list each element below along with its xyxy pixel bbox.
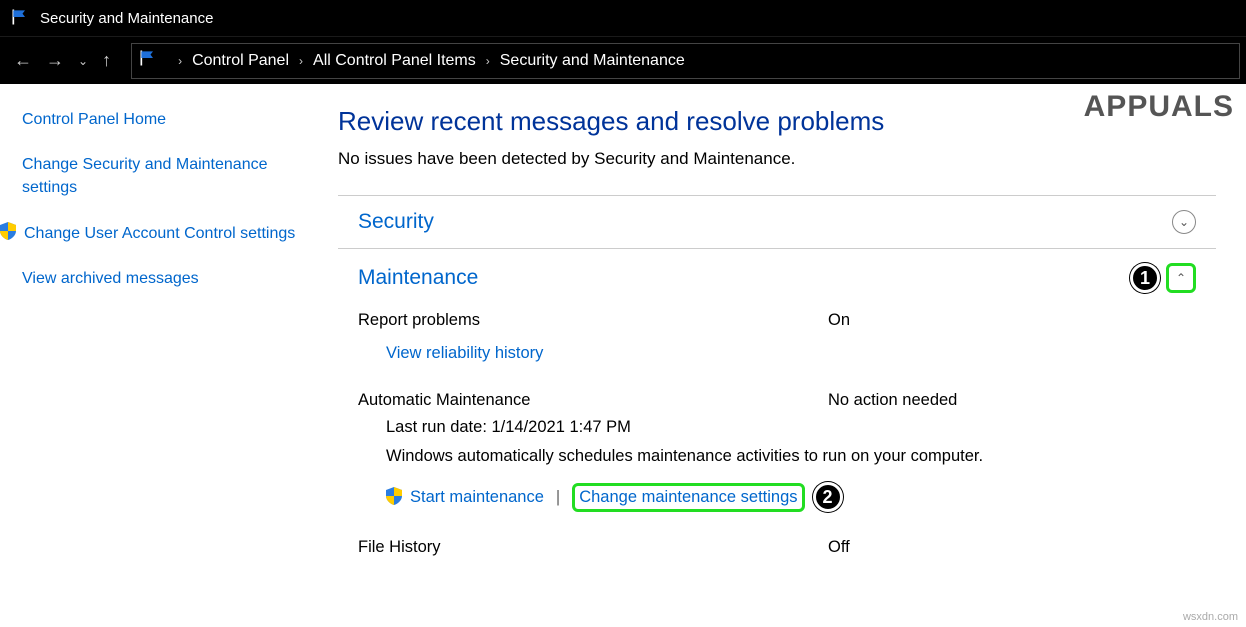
up-button[interactable]: ↑ (102, 50, 111, 71)
back-button[interactable]: ← (14, 50, 32, 71)
main-panel: Review recent messages and resolve probl… (320, 84, 1246, 627)
sidebar-item-label[interactable]: Change User Account Control settings (24, 222, 295, 245)
sidebar-item-label[interactable]: Change Security and Maintenance settings (22, 153, 298, 199)
sidebar-home-link[interactable]: Control Panel Home (22, 108, 166, 131)
chevron-right-icon: › (178, 54, 182, 68)
file-history-label: File History (358, 538, 828, 557)
last-run-text: Last run date: 1/14/2021 1:47 PM (358, 416, 1196, 439)
view-reliability-link[interactable]: View reliability history (386, 344, 543, 362)
sidebar-item-change-security[interactable]: Change Security and Maintenance settings (22, 153, 298, 199)
address-bar[interactable]: › Control Panel › All Control Panel Item… (131, 43, 1240, 79)
section-maintenance: Maintenance 1 ⌃ Report problems On View … (338, 248, 1216, 571)
chevron-right-icon: › (486, 54, 490, 68)
nav-arrows: ← → ⌄ ↑ (0, 50, 125, 71)
start-maintenance-link[interactable]: Start maintenance (410, 488, 544, 507)
sidebar-item-uac[interactable]: Change User Account Control settings (22, 222, 298, 245)
auto-maintenance-value: No action needed (828, 391, 957, 410)
chevron-up-icon: ⌃ (1176, 271, 1186, 285)
annotation-2: 2 (813, 482, 843, 512)
breadcrumb-control-panel[interactable]: Control Panel (192, 52, 289, 70)
chevron-right-icon: › (299, 54, 303, 68)
shield-icon (386, 487, 402, 508)
nav-bar: ← → ⌄ ↑ › Control Panel › All Control Pa… (0, 36, 1246, 84)
section-security: Security ⌄ (338, 195, 1216, 248)
sidebar-item-label[interactable]: View archived messages (22, 267, 199, 290)
page-heading: Review recent messages and resolve probl… (338, 106, 1216, 137)
sidebar: Control Panel Home Change Security and M… (0, 84, 320, 627)
shield-icon (0, 222, 18, 243)
chevron-down-icon: ⌄ (1179, 215, 1189, 229)
window-title: Security and Maintenance (40, 10, 213, 27)
report-problems-label: Report problems (358, 311, 828, 330)
change-maintenance-link[interactable]: Change maintenance settings (572, 483, 804, 512)
security-expand-button[interactable]: ⌄ (1172, 210, 1196, 234)
annotation-1: 1 (1130, 263, 1160, 293)
flag-icon (138, 48, 158, 73)
auto-desc-text: Windows automatically schedules maintena… (358, 445, 1196, 468)
maintenance-collapse-button[interactable]: ⌃ (1166, 263, 1196, 293)
security-section-title[interactable]: Security (358, 210, 434, 234)
auto-maintenance-label: Automatic Maintenance (358, 391, 828, 410)
status-text: No issues have been detected by Security… (338, 149, 1216, 169)
file-history-value: Off (828, 538, 850, 557)
flag-icon (10, 7, 30, 30)
report-problems-value: On (828, 311, 850, 330)
breadcrumb-security-maintenance[interactable]: Security and Maintenance (500, 52, 685, 70)
content-area: Control Panel Home Change Security and M… (0, 84, 1246, 627)
history-dropdown[interactable]: ⌄ (78, 54, 88, 68)
forward-button[interactable]: → (46, 50, 64, 71)
maintenance-section-title[interactable]: Maintenance (358, 266, 478, 290)
title-bar: Security and Maintenance (0, 0, 1246, 36)
sidebar-home[interactable]: Control Panel Home (22, 108, 298, 131)
sidebar-item-archived[interactable]: View archived messages (22, 267, 298, 290)
divider: | (556, 488, 560, 507)
breadcrumb-all-items[interactable]: All Control Panel Items (313, 52, 476, 70)
